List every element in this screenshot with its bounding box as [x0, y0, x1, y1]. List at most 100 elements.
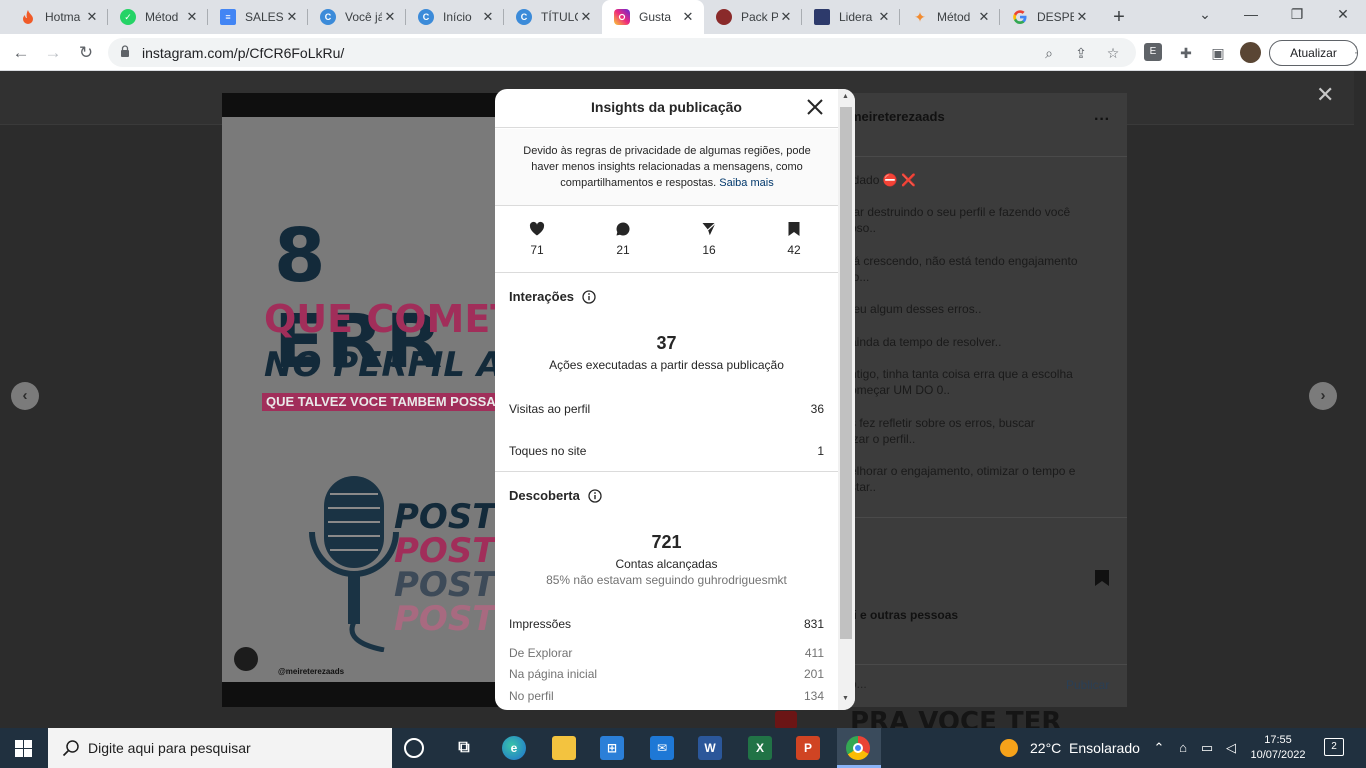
store-icon[interactable]: ⊞ — [600, 736, 624, 760]
file-explorer-icon[interactable] — [552, 736, 576, 760]
art-line-3: NO PERFIL A — [264, 345, 504, 385]
close-icon[interactable]: ✕ — [778, 9, 794, 25]
restore-button[interactable]: ❐ — [1282, 6, 1312, 23]
close-icon[interactable]: ✕ — [382, 9, 398, 25]
tab-8[interactable]: Lidera ✕ — [802, 0, 900, 34]
row-value: 134 — [803, 689, 824, 703]
tab-5[interactable]: C TÍTULO ✕ — [504, 0, 602, 34]
saves-count: 42 — [787, 243, 801, 257]
chat-icon: ✓ — [120, 9, 136, 25]
excel-icon[interactable]: X — [748, 736, 772, 760]
close-window-button[interactable]: ✕ — [1328, 6, 1358, 23]
tab-7[interactable]: Pack P ✕ — [704, 0, 802, 34]
discovery-total: 721 — [651, 532, 682, 552]
star-icon[interactable]: ☆ — [1104, 44, 1122, 62]
reload-button[interactable]: ↻ — [74, 41, 98, 65]
back-button[interactable]: ← — [9, 41, 33, 65]
scroll-down-icon[interactable]: ▼ — [842, 695, 849, 702]
art-line-4: QUE TALVEZ VOCE TAMBEM POSSA E — [262, 393, 504, 411]
publish-button[interactable]: Publicar — [1066, 678, 1109, 692]
tagged-user-icon[interactable] — [234, 647, 258, 671]
close-icon[interactable]: ✕ — [680, 9, 696, 25]
taskbar-search[interactable]: Digite aqui para pesquisar — [48, 728, 392, 768]
word-icon[interactable]: W — [698, 736, 722, 760]
close-icon[interactable]: ✕ — [284, 9, 300, 25]
battery-icon[interactable]: ▭ — [1198, 740, 1216, 756]
close-icon[interactable]: ✕ — [480, 9, 496, 25]
post-options-icon[interactable]: ··· — [1094, 111, 1110, 129]
volume-icon[interactable]: ◁ — [1222, 740, 1240, 756]
heart-icon — [529, 221, 545, 236]
info-icon[interactable] — [582, 289, 596, 304]
task-view-icon[interactable]: ⧉ — [452, 736, 476, 760]
close-post-icon[interactable]: ✕ — [1316, 84, 1334, 106]
tab-title: Pack P — [741, 10, 778, 24]
address-bar[interactable]: instagram.com/p/CfCR6FoLkRu/ ⌕ ⇪ ☆ — [108, 38, 1136, 67]
row-label: De Explorar — [509, 646, 573, 660]
system-clock[interactable]: 17:55 10/07/2022 — [1248, 733, 1308, 763]
share-icon[interactable]: ⇪ — [1072, 44, 1090, 62]
info-icon[interactable] — [588, 488, 602, 503]
likes-summary[interactable]: ii e outras pessoas — [850, 608, 958, 622]
clock-date: 10/07/2022 — [1250, 749, 1306, 761]
sidepanel-icon[interactable]: ▣ — [1208, 43, 1228, 63]
divider — [495, 205, 838, 206]
row-label: No perfil — [509, 689, 554, 703]
tab-2[interactable]: ≡ SALES ✕ — [208, 0, 308, 34]
puzzle-icon[interactable]: ✚ — [1176, 43, 1196, 63]
cortana-icon[interactable] — [404, 738, 424, 758]
tab-strip: Hotma ✕ ✓ Métod ✕ ≡ SALES ✕ C Você já ✕ … — [0, 0, 1366, 34]
interactions-caption: Ações executadas a partir dessa publicaç… — [549, 358, 784, 372]
close-icon[interactable]: ✕ — [876, 9, 892, 25]
tab-0[interactable]: Hotma ✕ — [8, 0, 108, 34]
edge-icon[interactable]: e — [502, 736, 526, 760]
tab-title: Início — [443, 10, 472, 24]
learn-more-link[interactable]: Saiba mais — [719, 177, 773, 189]
tab-4[interactable]: C Início ✕ — [406, 0, 504, 34]
more-menu-icon[interactable]: · · · — [1354, 40, 1360, 64]
close-icon[interactable]: ✕ — [976, 9, 992, 25]
flame-icon — [20, 9, 36, 25]
powerpoint-icon[interactable]: P — [796, 736, 820, 760]
zoom-icon[interactable]: ⌕ — [1040, 44, 1058, 62]
chevron-up-icon[interactable]: ⌃ — [1150, 740, 1168, 756]
scrollbar-thumb[interactable] — [840, 107, 852, 639]
interactions-heading: Interações — [509, 289, 596, 304]
notifications-icon[interactable]: 2 — [1324, 738, 1344, 756]
insights-title: Insights da publicação — [591, 99, 742, 115]
chrome-icon[interactable] — [846, 736, 870, 760]
profile-avatar[interactable] — [1240, 42, 1261, 63]
divider — [495, 272, 838, 273]
update-button[interactable]: Atualizar — [1269, 40, 1358, 66]
send-icon — [702, 222, 716, 236]
tab-9[interactable]: ✦ Métod ✕ — [900, 0, 1000, 34]
canva-icon: C — [320, 9, 336, 25]
bookmark-icon[interactable] — [1094, 569, 1110, 587]
mail-icon[interactable]: ✉ — [650, 736, 674, 760]
previous-post-button[interactable]: ‹ — [11, 382, 39, 410]
close-icon[interactable]: ✕ — [1074, 9, 1090, 25]
tab-10[interactable]: DESPE ✕ — [1000, 0, 1098, 34]
new-tab-button[interactable]: + — [1108, 6, 1130, 29]
tab-3[interactable]: C Você já ✕ — [308, 0, 406, 34]
close-icon[interactable]: ✕ — [578, 9, 594, 25]
post-image: 8 ERR QUE COMET NO PERFIL A QUE TALVEZ V… — [222, 93, 504, 707]
tab-title: Lidera — [839, 10, 873, 24]
scroll-up-icon[interactable]: ▲ — [842, 93, 849, 100]
discovery-heading: Descoberta — [509, 488, 602, 503]
network-icon[interactable]: ⌂ — [1174, 740, 1192, 755]
next-post-button[interactable]: › — [1309, 382, 1337, 410]
insights-scrollbar[interactable]: ▲ ▼ — [838, 89, 855, 710]
close-icon[interactable] — [804, 96, 826, 118]
post-author-username[interactable]: meireterezaads — [850, 109, 945, 124]
windows-start-icon[interactable] — [15, 740, 32, 757]
close-icon[interactable]: ✕ — [184, 9, 200, 25]
extension-icon[interactable]: E — [1144, 43, 1162, 61]
tab-1[interactable]: ✓ Métod ✕ — [108, 0, 208, 34]
chevron-down-icon[interactable]: ⌄ — [1190, 6, 1220, 23]
weather-widget[interactable]: 22°C Ensolarado — [1000, 739, 1140, 757]
forward-button[interactable]: → — [41, 41, 65, 65]
tab-6-active[interactable]: Gusta ✕ — [602, 0, 704, 34]
minimize-button[interactable]: — — [1236, 6, 1266, 22]
close-icon[interactable]: ✕ — [84, 9, 100, 25]
